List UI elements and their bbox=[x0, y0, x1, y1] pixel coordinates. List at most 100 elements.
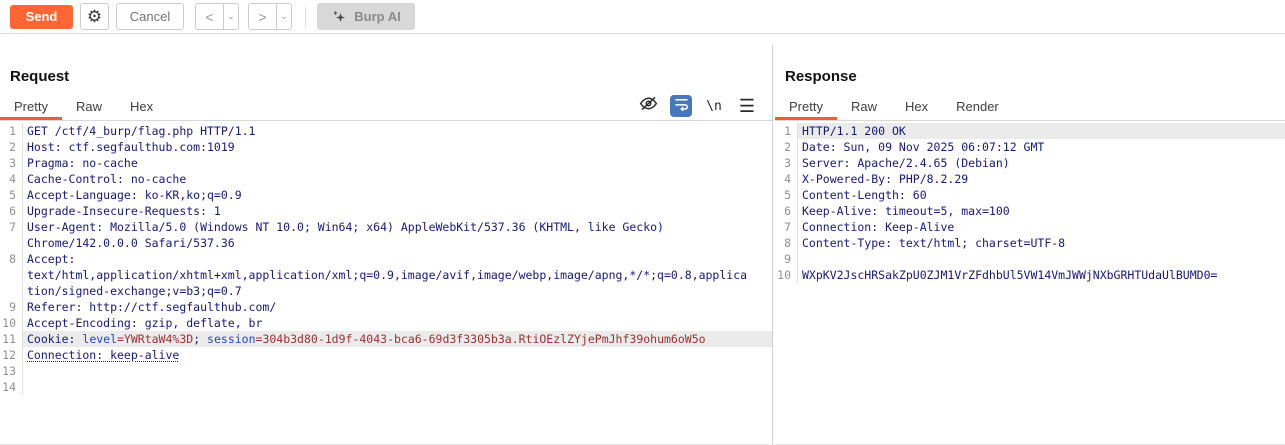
line-number: 3 bbox=[0, 155, 22, 171]
code-row: 4Cache-Control: no-cache bbox=[0, 171, 772, 187]
code-line[interactable]: Cookie: level=YWRtaW4%3D; session=304b3d… bbox=[23, 331, 772, 347]
code-line[interactable]: Connection: keep-alive bbox=[23, 347, 772, 363]
back-button[interactable]: < bbox=[195, 3, 224, 30]
code-row: 14 bbox=[0, 379, 772, 395]
line-number: 5 bbox=[0, 187, 22, 203]
word-wrap-toggle[interactable] bbox=[670, 95, 692, 117]
tab-hex[interactable]: Hex bbox=[116, 94, 167, 120]
code-line[interactable]: Accept: bbox=[23, 251, 772, 267]
code-line[interactable] bbox=[23, 363, 772, 379]
code-segment: Accept-Encoding: gzip, deflate, br bbox=[27, 316, 262, 330]
burp-ai-button[interactable]: Burp AI bbox=[317, 3, 415, 30]
sparkle-icon bbox=[331, 9, 347, 25]
code-line[interactable]: Date: Sun, 09 Nov 2025 06:07:12 GMT bbox=[798, 139, 1285, 155]
code-line[interactable]: Accept-Encoding: gzip, deflate, br bbox=[23, 315, 772, 331]
code-segment: =YWRtaW4%3D bbox=[117, 332, 193, 346]
line-number: 4 bbox=[0, 171, 22, 187]
code-line[interactable]: Content-Type: text/html; charset=UTF-8 bbox=[798, 235, 1285, 251]
code-row: 3Pragma: no-cache bbox=[0, 155, 772, 171]
code-segment: HTTP/1.1 200 OK bbox=[802, 124, 906, 138]
code-line[interactable]: Cache-Control: no-cache bbox=[23, 171, 772, 187]
line-number: 8 bbox=[775, 235, 797, 251]
code-segment: Connection: keep-alive bbox=[27, 348, 179, 362]
line-number: 1 bbox=[775, 123, 797, 139]
code-line[interactable]: Connection: Keep-Alive bbox=[798, 219, 1285, 235]
code-line[interactable]: Pragma: no-cache bbox=[23, 155, 772, 171]
code-segment: Host: ctf.segfaulthub.com:1019 bbox=[27, 140, 235, 154]
chevron-down-icon: ⌄ bbox=[280, 11, 288, 22]
code-line[interactable]: Referer: http://ctf.segfaulthub.com/ bbox=[23, 299, 772, 315]
code-line[interactable] bbox=[798, 251, 1285, 267]
code-row: 9Referer: http://ctf.segfaulthub.com/ bbox=[0, 299, 772, 315]
line-number: 9 bbox=[775, 251, 797, 267]
hamburger-menu-icon: ☰ bbox=[739, 96, 755, 117]
code-row: 3Server: Apache/2.4.65 (Debian) bbox=[775, 155, 1285, 171]
code-line[interactable]: Keep-Alive: timeout=5, max=100 bbox=[798, 203, 1285, 219]
code-line[interactable]: Accept-Language: ko-KR,ko;q=0.9 bbox=[23, 187, 772, 203]
editor-menu-button[interactable]: ☰ bbox=[736, 95, 758, 117]
code-segment: Server: Apache/2.4.65 (Debian) bbox=[802, 156, 1010, 170]
code-segment: level bbox=[82, 332, 117, 346]
code-line[interactable]: Content-Length: 60 bbox=[798, 187, 1285, 203]
code-line[interactable]: HTTP/1.1 200 OK bbox=[798, 123, 1285, 139]
line-number: 8 bbox=[0, 251, 22, 267]
line-number: 5 bbox=[775, 187, 797, 203]
code-line[interactable]: text/html,application/xhtml+xml,applicat… bbox=[23, 267, 772, 283]
code-segment: Accept: bbox=[27, 252, 75, 266]
repeater-toolbar: Send ⚙ Cancel < ⌄ > ⌄ bbox=[0, 0, 1285, 34]
line-number: 14 bbox=[0, 379, 22, 395]
request-panel: Request PrettyRawHex bbox=[0, 34, 772, 444]
history-forward-group: > ⌄ bbox=[248, 3, 292, 30]
code-segment: text/html,application/xhtml+xml,applicat… bbox=[27, 268, 747, 282]
code-line[interactable]: Host: ctf.segfaulthub.com:1019 bbox=[23, 139, 772, 155]
back-dropdown-button[interactable]: ⌄ bbox=[224, 3, 239, 30]
code-row: 12 Connection: keep-alive bbox=[0, 347, 772, 363]
code-line[interactable]: Upgrade-Insecure-Requests: 1 bbox=[23, 203, 772, 219]
send-button[interactable]: Send bbox=[10, 5, 73, 29]
send-settings-button[interactable]: ⚙ bbox=[80, 3, 109, 30]
panel-divider[interactable] bbox=[772, 45, 773, 444]
code-segment: =304b3d80-1d9f-4043-bca6-69d3f3305b3a.Rt… bbox=[256, 332, 706, 346]
response-panel-title: Response bbox=[785, 68, 1285, 85]
tab-raw[interactable]: Raw bbox=[62, 94, 116, 120]
code-line[interactable]: Chrome/142.0.0.0 Safari/537.36 bbox=[23, 235, 772, 251]
tab-render[interactable]: Render bbox=[942, 94, 1013, 120]
line-number: 11 bbox=[0, 331, 22, 347]
forward-button[interactable]: > bbox=[248, 3, 277, 30]
code-segment: Chrome/142.0.0.0 Safari/537.36 bbox=[27, 236, 235, 250]
line-number: 12 bbox=[0, 347, 22, 363]
chevron-right-icon: > bbox=[258, 9, 266, 25]
repeater-view: Send ⚙ Cancel < ⌄ > ⌄ bbox=[0, 0, 1285, 445]
line-number: 2 bbox=[775, 139, 797, 155]
hide-nonprintable-button[interactable] bbox=[637, 95, 659, 117]
tab-pretty[interactable]: Pretty bbox=[0, 94, 62, 120]
code-row: 13 bbox=[0, 363, 772, 379]
forward-dropdown-button[interactable]: ⌄ bbox=[277, 3, 292, 30]
tab-raw[interactable]: Raw bbox=[837, 94, 891, 120]
code-segment: WXpKV2JscHRSakZpU0ZJM1VrZFdhbUl5VW14VmJW… bbox=[802, 268, 1217, 282]
code-segment: GET /ctf/4_burp/flag.php HTTP/1.1 bbox=[27, 124, 255, 138]
chevron-left-icon: < bbox=[205, 9, 213, 25]
show-newlines-button[interactable]: \n bbox=[703, 95, 725, 117]
code-line[interactable]: Server: Apache/2.4.65 (Debian) bbox=[798, 155, 1285, 171]
cancel-button[interactable]: Cancel bbox=[116, 3, 184, 30]
code-row: 1 HTTP/1.1 200 OK bbox=[775, 123, 1285, 139]
code-segment: Connection: Keep-Alive bbox=[802, 220, 954, 234]
code-line[interactable] bbox=[23, 379, 772, 395]
tab-hex[interactable]: Hex bbox=[891, 94, 942, 120]
request-panel-title: Request bbox=[10, 68, 772, 85]
code-line[interactable]: X-Powered-By: PHP/8.2.29 bbox=[798, 171, 1285, 187]
code-line[interactable]: tion/signed-exchange;v=b3;q=0.7 bbox=[23, 283, 772, 299]
line-number bbox=[0, 267, 22, 283]
line-number: 9 bbox=[0, 299, 22, 315]
code-line[interactable]: User-Agent: Mozilla/5.0 (Windows NT 10.0… bbox=[23, 219, 772, 235]
response-panel: Response PrettyRawHexRender 1 HTTP/1.1 20… bbox=[775, 34, 1285, 444]
code-row: 2Host: ctf.segfaulthub.com:1019 bbox=[0, 139, 772, 155]
code-line[interactable]: GET /ctf/4_burp/flag.php HTTP/1.1 bbox=[23, 123, 772, 139]
request-editor-icons: \n ☰ bbox=[637, 94, 758, 118]
code-segment: Content-Length: 60 bbox=[802, 188, 927, 202]
code-segment: Date: Sun, 09 Nov 2025 06:07:12 GMT bbox=[802, 140, 1044, 154]
tab-pretty[interactable]: Pretty bbox=[775, 94, 837, 120]
code-row: 2 Date: Sun, 09 Nov 2025 06:07:12 GMT bbox=[775, 139, 1285, 155]
code-line[interactable]: WXpKV2JscHRSakZpU0ZJM1VrZFdhbUl5VW14VmJW… bbox=[798, 267, 1285, 283]
